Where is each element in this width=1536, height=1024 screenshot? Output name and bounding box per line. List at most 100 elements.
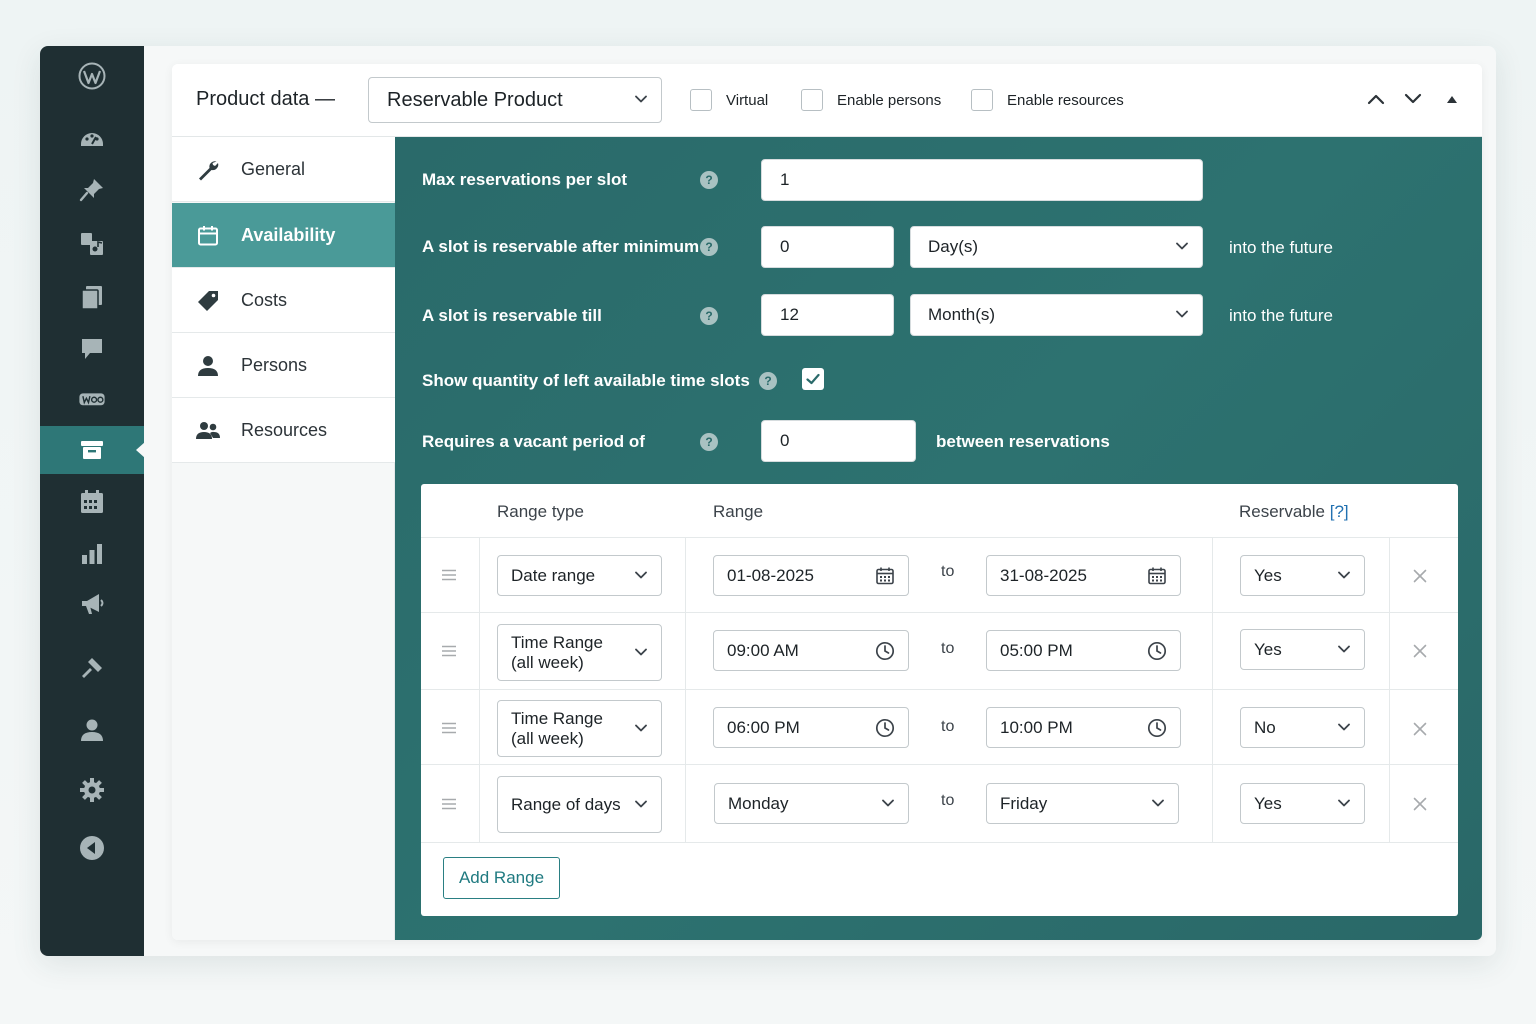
range-to-label: to — [941, 563, 955, 580]
table-row: Time Range (all week) 09:00 AM to 05:00 … — [421, 612, 1458, 690]
calendar-icon[interactable] — [40, 478, 144, 526]
admin-sidebar — [40, 46, 145, 956]
product-type-select[interactable]: Reservable Product — [368, 77, 662, 123]
analytics-icon[interactable] — [40, 530, 144, 578]
range-to-day-select[interactable]: Friday — [986, 783, 1179, 824]
media-icon[interactable] — [40, 220, 144, 268]
reservable-select[interactable]: Yes — [1240, 555, 1365, 596]
reservable-value: No — [1254, 717, 1276, 737]
help-icon[interactable]: ? — [759, 372, 777, 390]
remove-range-icon[interactable] — [1413, 569, 1427, 583]
comments-icon[interactable] — [40, 325, 144, 373]
pages-icon[interactable] — [40, 273, 144, 321]
help-icon[interactable]: ? — [700, 171, 718, 189]
tab-persons[interactable]: Persons — [172, 333, 395, 398]
max-advance-input[interactable]: 12 — [761, 294, 894, 336]
range-type-select[interactable]: Time Range (all week) — [497, 624, 662, 681]
help-icon[interactable]: ? — [700, 433, 718, 451]
chevron-down-icon — [635, 571, 647, 579]
range-type-value: Range of days — [511, 794, 621, 814]
range-to-label: to — [941, 718, 955, 735]
max-advance-unit-select[interactable]: Month(s) — [910, 294, 1203, 336]
virtual-checkbox[interactable]: Virtual — [690, 89, 768, 111]
range-from-input[interactable]: 01-08-2025 — [713, 555, 909, 596]
tab-general[interactable]: General — [172, 137, 395, 202]
woocommerce-icon[interactable] — [40, 375, 144, 423]
tab-availability[interactable]: Availability — [172, 203, 395, 268]
calendar-icon[interactable] — [875, 566, 895, 586]
range-to-input[interactable]: 10:00 PM — [986, 707, 1181, 748]
range-from-input[interactable]: 09:00 AM — [713, 630, 909, 671]
drag-handle-icon[interactable] — [442, 722, 456, 734]
remove-range-icon[interactable] — [1413, 797, 1427, 811]
range-type-select[interactable]: Range of days — [497, 776, 662, 833]
availability-panel: Max reservations per slot ? 1 A slot is … — [395, 137, 1482, 940]
range-from-input[interactable]: 06:00 PM — [713, 707, 909, 748]
enable-resources-checkbox[interactable]: Enable resources — [971, 89, 1124, 111]
max-per-slot-input[interactable]: 1 — [761, 159, 1203, 201]
remove-range-icon[interactable] — [1413, 722, 1427, 736]
enable-persons-label: Enable persons — [837, 91, 942, 109]
wordpress-logo-icon[interactable] — [40, 52, 144, 100]
min-advance-input[interactable]: 0 — [761, 226, 894, 268]
add-range-button[interactable]: Add Range — [443, 857, 560, 899]
reservable-select[interactable]: No — [1240, 707, 1365, 748]
triangle-up-icon[interactable] — [1443, 92, 1461, 106]
chevron-down-icon[interactable] — [1404, 92, 1422, 106]
tab-resources[interactable]: Resources — [172, 398, 395, 463]
enable-persons-checkbox[interactable]: Enable persons — [801, 89, 941, 111]
person-icon — [196, 354, 220, 378]
help-icon[interactable]: ? — [700, 307, 718, 325]
remove-range-icon[interactable] — [1413, 644, 1427, 658]
tools-icon[interactable] — [40, 644, 144, 692]
reservable-select[interactable]: Yes — [1240, 629, 1365, 670]
show-quantity-checkbox[interactable] — [802, 368, 824, 390]
reservable-value: Yes — [1254, 639, 1282, 659]
checkbox-box[interactable] — [971, 89, 993, 111]
users-icon[interactable] — [40, 706, 144, 754]
range-to-input[interactable]: 31-08-2025 — [986, 555, 1181, 596]
checkbox-box[interactable] — [801, 89, 823, 111]
column-header-range: Range — [713, 502, 764, 521]
clock-icon[interactable] — [875, 641, 895, 661]
range-from-day-select[interactable]: Monday — [714, 783, 909, 824]
buffer-label: Requires a vacant period of — [422, 432, 645, 451]
buffer-input[interactable]: 0 — [761, 420, 916, 462]
range-type-select[interactable]: Date range — [497, 555, 662, 596]
range-type-select[interactable]: Time Range (all week) — [497, 700, 662, 757]
clock-icon[interactable] — [1147, 641, 1167, 661]
product-type-value: Reservable Product — [387, 88, 563, 111]
pin-icon[interactable] — [40, 166, 144, 214]
products-icon[interactable] — [40, 426, 145, 474]
marketing-icon[interactable] — [40, 580, 144, 628]
reservable-value: Yes — [1254, 565, 1282, 585]
clock-icon[interactable] — [875, 718, 895, 738]
clock-icon[interactable] — [1147, 718, 1167, 738]
chevron-down-icon — [1338, 723, 1350, 731]
collapse-icon[interactable] — [40, 824, 144, 872]
settings-icon[interactable] — [40, 766, 144, 814]
range-to-value: Friday — [1000, 793, 1048, 813]
drag-handle-icon[interactable] — [442, 569, 456, 581]
column-header-reservable: Reservable [?] — [1239, 502, 1349, 522]
tab-label: Availability — [241, 225, 336, 245]
min-advance-unit-select[interactable]: Day(s) — [910, 226, 1203, 268]
chevron-down-icon — [635, 648, 647, 656]
chevron-down-icon — [635, 95, 647, 103]
reservable-select[interactable]: Yes — [1240, 783, 1365, 824]
max-per-slot-label: Max reservations per slot — [422, 170, 628, 189]
checkbox-box[interactable] — [690, 89, 712, 111]
calendar-icon[interactable] — [1147, 566, 1167, 586]
group-icon — [196, 419, 220, 443]
drag-handle-icon[interactable] — [442, 645, 456, 657]
tab-costs[interactable]: Costs — [172, 268, 395, 333]
drag-handle-icon[interactable] — [442, 798, 456, 810]
chevron-down-icon — [1176, 310, 1188, 318]
dashboard-icon[interactable] — [40, 114, 144, 162]
help-icon[interactable]: ? — [700, 238, 718, 256]
range-to-value: 10:00 PM — [1000, 717, 1073, 737]
range-to-input[interactable]: 05:00 PM — [986, 630, 1181, 671]
chevron-up-icon[interactable] — [1367, 92, 1385, 106]
reservable-help-link[interactable]: [?] — [1330, 502, 1349, 521]
wrench-icon — [196, 158, 220, 182]
